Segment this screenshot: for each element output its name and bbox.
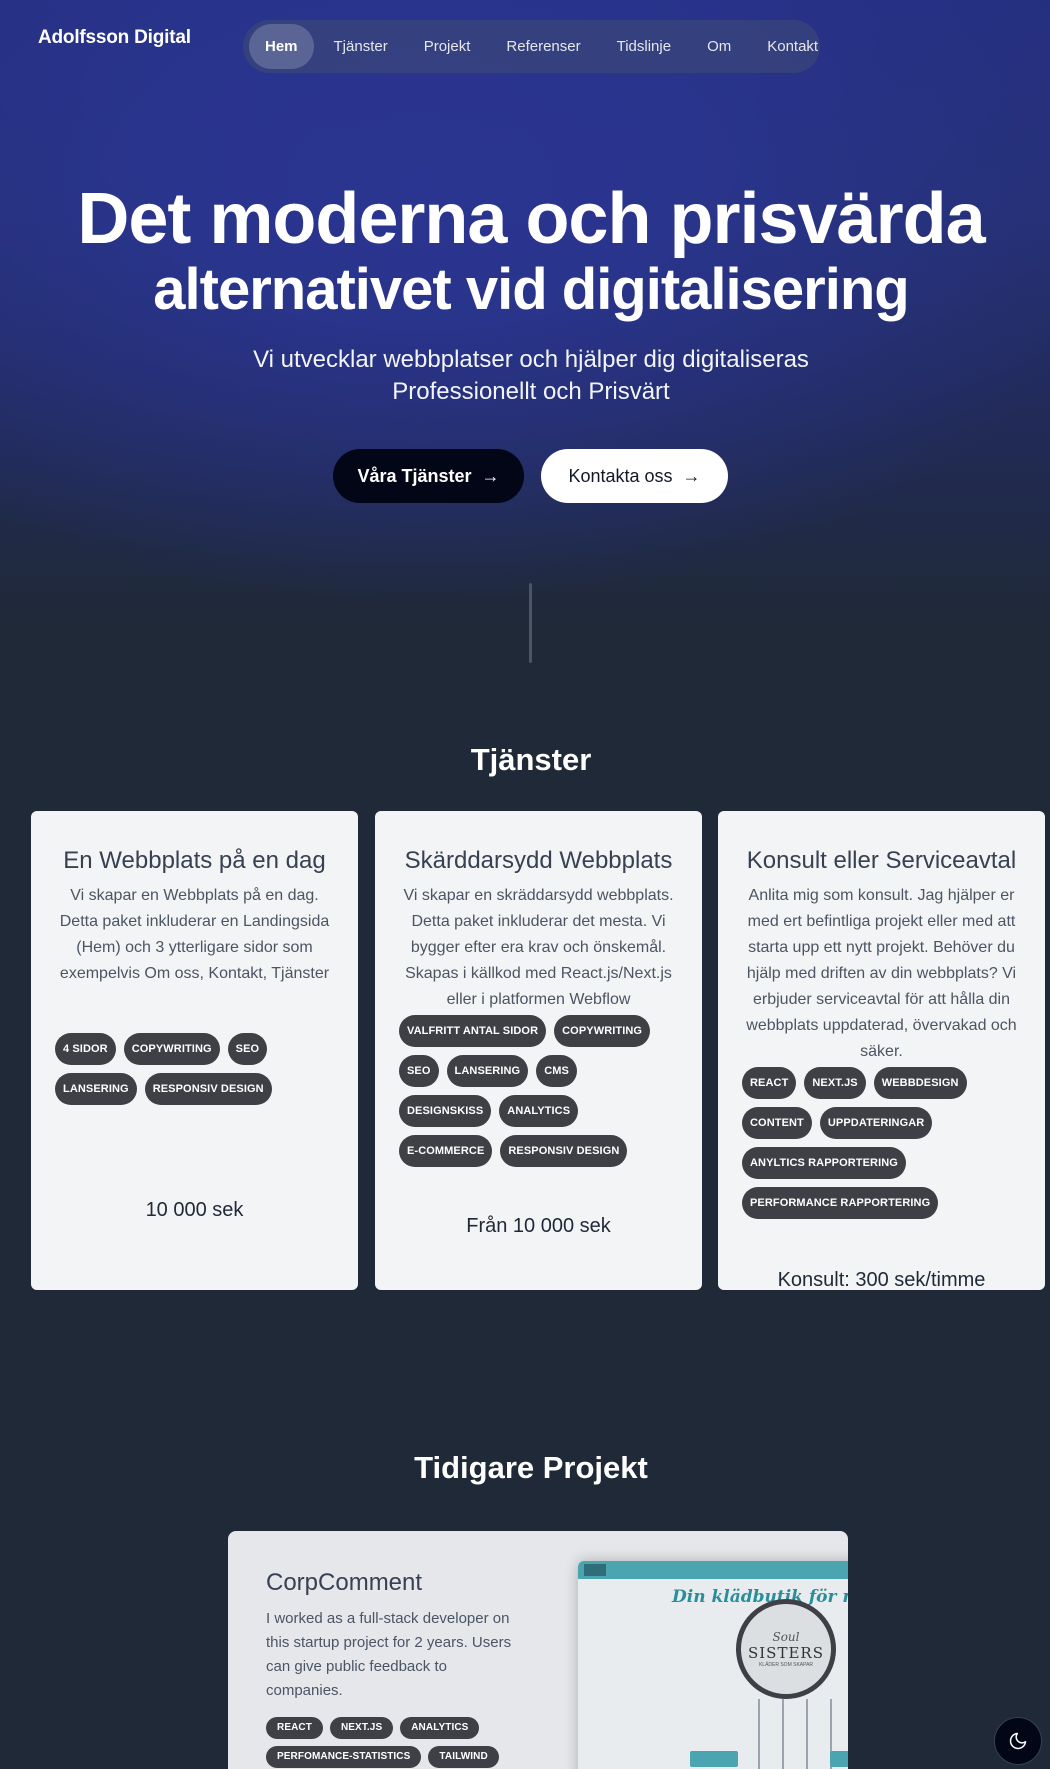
service-card: En Webbplats på en dag Vi skapar en Webb… [31, 811, 358, 1290]
logo-sisters-text: SISTERS [747, 1644, 824, 1662]
scroll-indicator [529, 583, 532, 663]
service-card-description: Anlita mig som konsult. Jag hjälper er m… [746, 887, 1017, 1060]
tag: React [742, 1067, 797, 1099]
tag: SEO [399, 1055, 439, 1087]
tag: Lansering [55, 1073, 137, 1105]
tag: Performance rapportering [742, 1187, 939, 1219]
services-section-title: Tjänster [470, 742, 592, 777]
nav-item-hem[interactable]: Hem [249, 24, 314, 69]
service-card: Konsult eller Serviceavtal Anlita mig so… [718, 811, 1045, 1290]
logo-tagline: KLÄDER SOM SKAPAR [758, 1662, 814, 1668]
project-description: I worked as a full-stack developer on th… [266, 1610, 512, 1699]
screenshot-navbar [578, 1561, 848, 1579]
tag: E-commerce [399, 1135, 493, 1167]
screenshot-logo [584, 1564, 606, 1576]
contact-button-label: Kontakta oss [568, 465, 673, 486]
project-card[interactable]: CorpComment I worked as a full-stack dev… [228, 1531, 848, 1769]
nav-item-projekt[interactable]: Projekt [408, 24, 487, 69]
theme-toggle-button[interactable] [994, 1717, 1042, 1765]
service-card-tags: 4 sidor copywriting SEO Lansering Respon… [55, 1033, 334, 1113]
tag: copywriting [554, 1015, 651, 1047]
brand-logo[interactable]: Adolfsson Digital [38, 27, 191, 49]
hero-subtitle-line2: Professionellt och Prisvärt [392, 378, 670, 405]
tag: React [266, 1717, 323, 1739]
service-card: Skärddarsydd Webbplats Vi skapar en skrä… [375, 811, 702, 1290]
service-card-description: Vi skapar en skräddarsydd webbplats. Det… [403, 887, 674, 1008]
nav-item-tjanster[interactable]: Tjänster [318, 24, 404, 69]
screenshot-headline: Din klädbutik för mode och stil [672, 1587, 848, 1607]
service-card-price: 10 000 sek [145, 1199, 244, 1221]
tag: Analytics [400, 1717, 480, 1739]
services-button[interactable]: Våra Tjänster → [333, 449, 524, 503]
logo-soul-text: Soul [772, 1630, 800, 1644]
hero-subtitle-line1: Vi utvecklar webbplatser och hjälper dig… [253, 346, 809, 373]
service-card-title: Skärddarsydd Webbplats [404, 847, 673, 874]
service-card-price: Från 10 000 sek [466, 1215, 611, 1237]
feathers-decoration [746, 1699, 836, 1769]
tag: Uppdateringar [819, 1107, 933, 1139]
services-button-label: Våra Tjänster [357, 465, 472, 486]
arrow-right-icon: → [481, 465, 500, 486]
tag: Next.js [329, 1717, 394, 1739]
tag: 4 sidor [55, 1033, 116, 1065]
tag: Lansering [446, 1055, 529, 1087]
nav-item-tidslinje[interactable]: Tidslinje [601, 24, 687, 69]
tag: Anyltics rapportering [742, 1147, 906, 1179]
moon-icon [1009, 1732, 1027, 1750]
service-card-title: En Webbplats på en dag [63, 847, 326, 874]
screenshot-button [830, 1751, 848, 1767]
hero-title-line1: Det moderna och prisvärda [77, 179, 985, 259]
tag: Designskiss [399, 1095, 492, 1127]
tag: Perfomance-statistics [266, 1746, 422, 1768]
tag: Valfritt antal sidor [399, 1015, 547, 1047]
tag: Content [742, 1107, 812, 1139]
tag: Responsiv design [144, 1073, 272, 1105]
tag: Webbdesign [873, 1067, 967, 1099]
contact-button[interactable]: Kontakta oss → [541, 449, 728, 503]
tag: CMS [536, 1055, 577, 1087]
tag: Next.js [804, 1067, 866, 1099]
tag: Responsiv design [500, 1135, 628, 1167]
project-tags: React Next.js Analytics Perfomance-stati… [266, 1717, 526, 1769]
screenshot-button [690, 1751, 738, 1767]
project-title: CorpComment [266, 1569, 423, 1596]
service-card-tags: React Next.js Webbdesign Content Uppdate… [742, 1067, 1021, 1227]
service-card-description: Vi skapar en Webbplats på en dag. Detta … [59, 887, 330, 982]
dreamcatcher-logo: Soul SISTERS KLÄDER SOM SKAPAR [736, 1599, 836, 1699]
nav-item-referenser[interactable]: Referenser [490, 24, 596, 69]
tag: Tailwind [428, 1746, 499, 1768]
tag: Analytics [499, 1095, 579, 1127]
project-screenshot: Din klädbutik för mode och stil Soul SIS… [578, 1561, 848, 1769]
service-card-price: Konsult: 300 sek/timme [777, 1269, 986, 1290]
arrow-right-icon: → [682, 465, 701, 486]
page: Adolfsson Digital Hem Tjänster Projekt R… [0, 0, 1050, 1769]
nav-item-kontakt[interactable]: Kontakt [751, 24, 834, 69]
service-card-title: Konsult eller Serviceavtal [746, 847, 1017, 874]
tag: SEO [227, 1033, 268, 1065]
tag: copywriting [123, 1033, 220, 1065]
service-card-tags: Valfritt antal sidor copywriting SEO Lan… [399, 1015, 678, 1175]
main-nav: Hem Tjänster Projekt Referenser Tidslinj… [243, 20, 820, 73]
projects-section-title: Tidigare Projekt [414, 1450, 648, 1485]
hero-title-line2: alternativet vid digitalisering [153, 257, 909, 322]
nav-item-om[interactable]: Om [691, 24, 747, 69]
